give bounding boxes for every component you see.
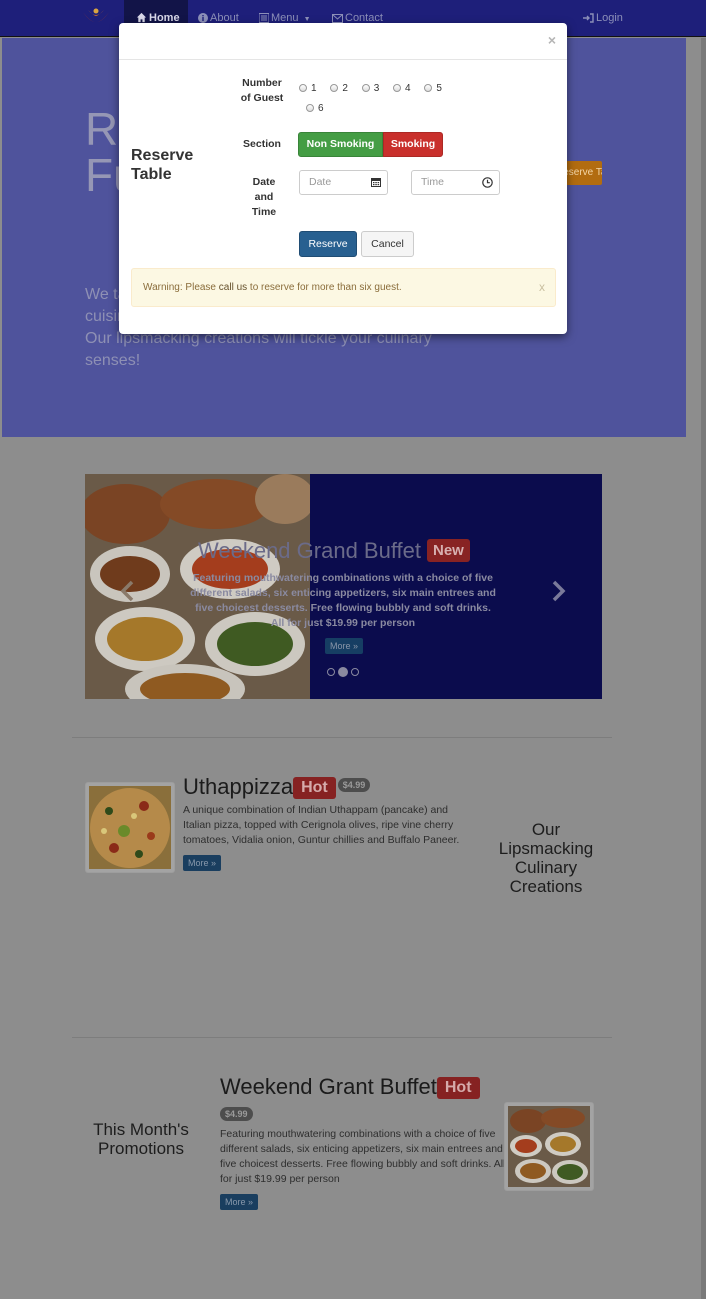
divider <box>72 737 612 738</box>
alert-text-prefix: Warning: Please <box>143 282 219 293</box>
dishes-section-heading: Our Lipsmacking Culinary Creations <box>498 820 594 896</box>
carousel-indicator-3[interactable] <box>351 668 359 676</box>
caret-down-icon: ▼ <box>303 16 311 23</box>
date-placeholder: Date <box>309 176 332 188</box>
dish-more-button[interactable]: More » <box>183 855 222 871</box>
guest-option-2[interactable]: 2 <box>330 83 348 94</box>
radio-icon <box>361 84 370 92</box>
clock-icon <box>482 177 493 188</box>
promotion-name: Weekend Grant Buffet <box>220 1074 437 1099</box>
nav-login[interactable]: Login <box>583 0 623 37</box>
modal-title: Reserve Table <box>131 147 194 183</box>
hot-badge: Hot <box>436 1077 480 1099</box>
calendar-icon <box>371 178 381 187</box>
promotion-description: Featuring mouthwatering combinations wit… <box>220 1128 506 1185</box>
time-input[interactable]: Time <box>411 170 500 195</box>
envelope-icon <box>332 14 343 23</box>
modal-header: × <box>119 23 567 60</box>
reserve-table-modal: × Reserve Table Number of Guest 1 2 3 4 … <box>119 23 567 334</box>
chevron-right-icon[interactable] <box>552 580 566 602</box>
guest-option-label: 6 <box>318 103 324 114</box>
alert-text-suffix: to reserve for more than six guest. <box>247 282 402 293</box>
reserve-table-button[interactable]: Reserve Table <box>562 161 602 185</box>
datetime-label: Date and Time <box>251 176 277 218</box>
radio-icon <box>330 84 339 92</box>
carousel-more-button[interactable]: More » <box>325 638 364 654</box>
warning-alert: Warning: Please call us to reserve for m… <box>131 268 556 307</box>
nav-login-label: Login <box>596 12 623 24</box>
radio-icon <box>299 84 307 92</box>
cancel-button[interactable]: Cancel <box>361 231 414 257</box>
promotion-more-button[interactable]: More » <box>220 1194 259 1210</box>
alert-call-us: call us <box>218 282 248 293</box>
login-icon <box>583 13 594 23</box>
non-smoking-option[interactable]: Non Smoking <box>298 132 383 157</box>
promotion-price-row: $4.99 <box>220 1104 253 1122</box>
page-edge-strip <box>701 38 706 1299</box>
home-icon <box>136 12 147 23</box>
dish-title: Uthappizza Hot $4.99 <box>183 774 371 800</box>
guest-option-label: 4 <box>405 83 411 94</box>
guest-option-label: 2 <box>342 83 348 94</box>
carousel-title: Weekend Grand Buffet New <box>198 538 470 564</box>
guests-radio-group: 1 2 3 4 5 <box>299 83 469 94</box>
new-badge: New <box>427 539 470 562</box>
buffet-image <box>508 1106 590 1187</box>
reserve-table-label: Reserve Table <box>562 167 602 178</box>
radio-icon <box>393 84 402 92</box>
dish-name: Uthappizza <box>183 774 294 799</box>
guests-radio-group-row2: 6 <box>306 103 335 114</box>
smoking-option[interactable]: Smoking <box>383 132 443 157</box>
section-label: Section <box>243 138 281 150</box>
dish-description: A unique combination of Indian Uthappam … <box>183 804 460 846</box>
guest-option-5[interactable]: 5 <box>424 83 442 94</box>
date-input[interactable]: Date <box>299 170 388 195</box>
radio-icon <box>306 104 314 112</box>
alert-close-button[interactable]: x <box>539 269 545 306</box>
promotion-title: Weekend Grant Buffet Hot <box>220 1074 480 1100</box>
reserve-submit-button[interactable]: Reserve <box>299 231 357 257</box>
divider <box>72 1037 612 1038</box>
dish-thumbnail[interactable] <box>85 782 175 873</box>
guest-option-6[interactable]: 6 <box>306 103 324 114</box>
chevron-left-icon[interactable] <box>120 580 134 602</box>
carousel-indicator-1[interactable] <box>327 668 335 676</box>
carousel-indicator-2[interactable] <box>338 667 348 677</box>
guests-label: Number of Guest <box>240 77 284 104</box>
promotions-section-heading: This Month's Promotions <box>93 1120 189 1158</box>
guest-option-3[interactable]: 3 <box>361 83 380 94</box>
price-badge: $4.99 <box>337 778 371 792</box>
guest-option-label: 1 <box>311 83 317 94</box>
modal-close-button[interactable]: × <box>548 32 556 48</box>
jumbotron-text-line4: senses! <box>85 352 141 369</box>
carousel-indicators <box>327 663 362 681</box>
guest-option-label: 3 <box>373 83 380 94</box>
guest-option-4[interactable]: 4 <box>393 83 411 94</box>
carousel[interactable]: Weekend Grand Buffet New Featuring mouthw… <box>85 474 602 699</box>
guest-option-1[interactable]: 1 <box>299 83 317 94</box>
hot-badge: Hot <box>293 777 336 799</box>
carousel-description: Featuring mouthwatering combinations wit… <box>190 572 496 629</box>
list-icon <box>258 13 270 23</box>
uthappizza-image <box>89 786 171 869</box>
time-placeholder: Time <box>421 176 444 188</box>
carousel-title-text: Weekend Grand Buffet <box>198 538 421 563</box>
guest-option-label: 5 <box>436 83 442 94</box>
radio-icon <box>424 84 433 92</box>
restaurant-logo-icon[interactable] <box>80 6 112 32</box>
price-badge: $4.99 <box>220 1107 253 1121</box>
info-icon <box>198 13 208 23</box>
promotion-thumbnail[interactable] <box>504 1102 594 1191</box>
